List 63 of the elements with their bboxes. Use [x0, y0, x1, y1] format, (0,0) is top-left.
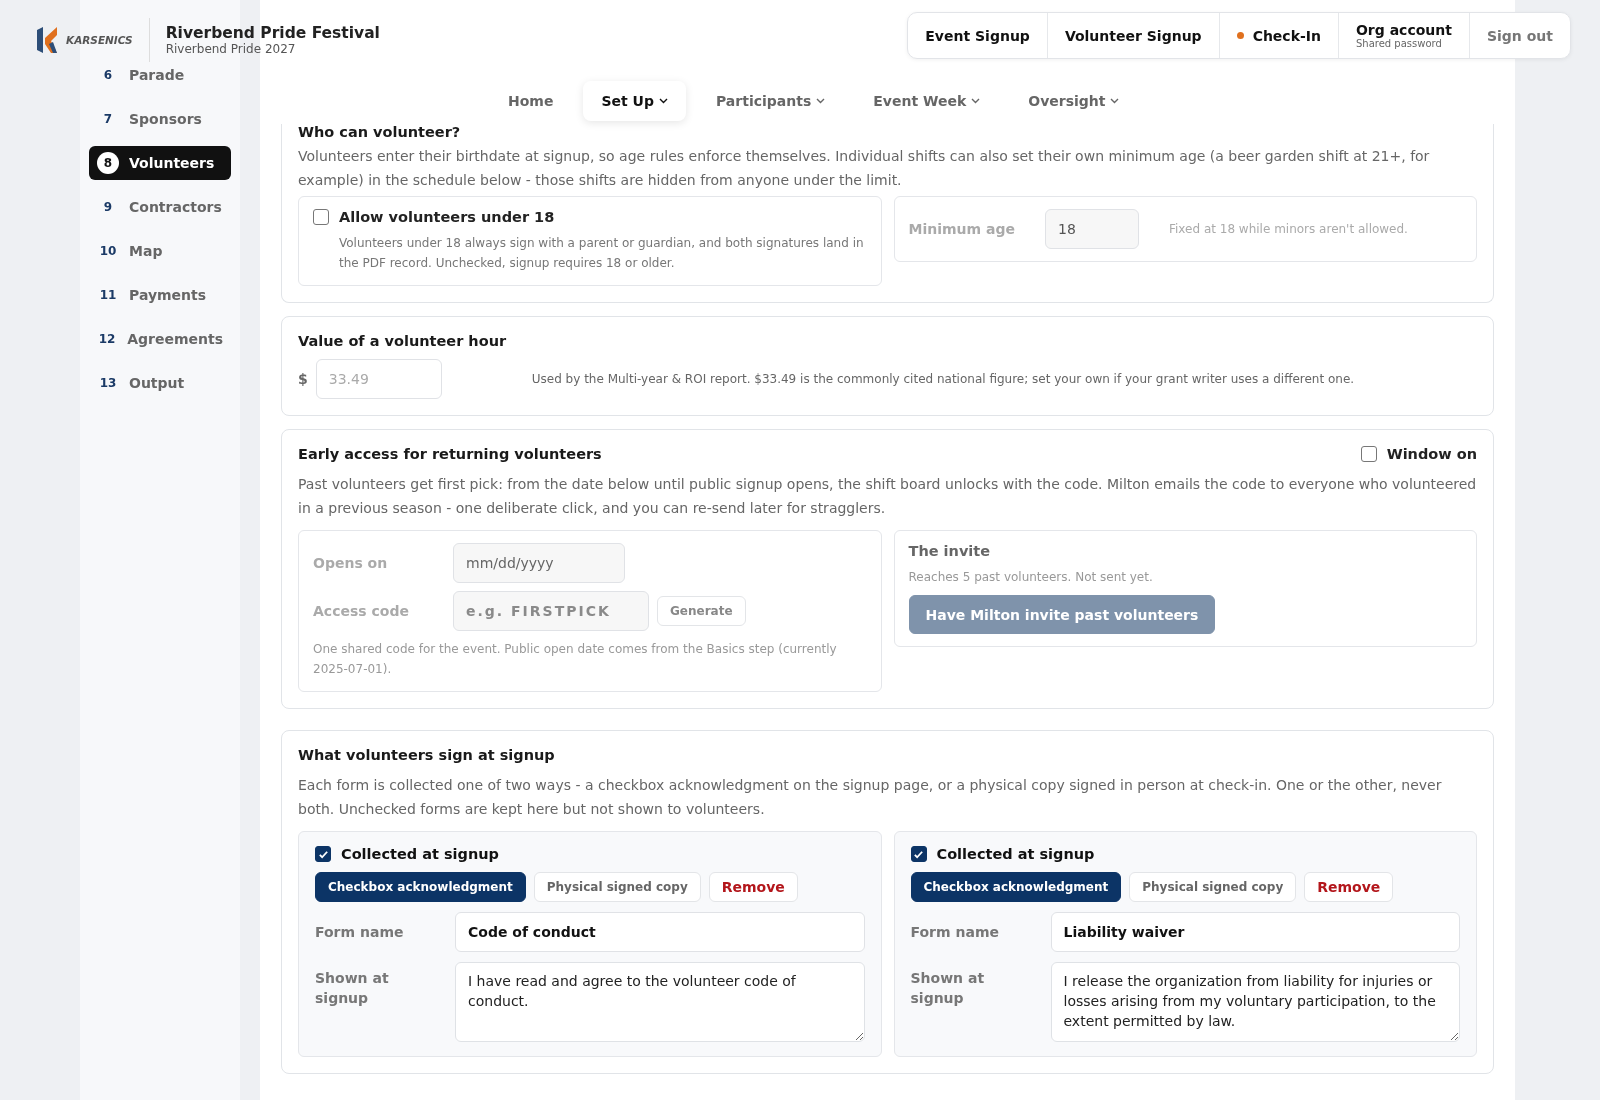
remove-button[interactable]: Remove [1304, 872, 1394, 902]
field-label: Form name [315, 924, 405, 940]
panel-title: The invite [908, 543, 992, 559]
form-name-field[interactable]: Code of conduct [455, 912, 865, 952]
checkmark-icon [317, 848, 329, 860]
section-description: Past volunteers get first pick: from the date below until public signup opens, the shift board unlocks with the code. Milton emails the code to everyone who volunteered in a previous season - one deliberate click, and you can re-send later for stragglers. [298, 475, 1477, 518]
header-link[interactable]: Check-In [1218, 13, 1338, 58]
section-description: Volunteers enter their birthdate at signup, so age rules enforce themselves. Individual shifts can also set their own minimum age (a beer garden shift at 21+, for example) in the schedule below - those shifts are hidden from anyone under the limit. [298, 147, 1431, 190]
sidebar-item[interactable]: 7 Sponsors [89, 102, 231, 136]
header-link[interactable]: Event Signup [908, 13, 1047, 58]
section-title: What volunteers sign at signup [298, 747, 556, 763]
nav-tab[interactable]: Participants [697, 81, 844, 121]
sidebar-item[interactable]: 12 Agreements [89, 322, 231, 356]
nav-tab[interactable]: Home [490, 81, 572, 121]
remove-button[interactable]: Remove [708, 872, 798, 902]
invite-status: Reaches 5 past volunteers. Not sent yet. [908, 569, 1154, 586]
field-label: Access code [313, 603, 410, 619]
checkbox[interactable] [1360, 446, 1377, 462]
mode-toggle[interactable]: Checkbox acknowledgment [910, 872, 1122, 902]
form-name-field[interactable]: Liability waiver [1050, 912, 1460, 952]
checkbox[interactable] [315, 846, 331, 862]
nav-tab[interactable]: Event Week [855, 81, 999, 121]
mode-toggle[interactable]: Checkbox acknowledgment [315, 872, 526, 902]
mode-toggle[interactable]: Physical signed copy [1129, 872, 1297, 902]
mode-toggle[interactable]: Physical signed copy [533, 872, 701, 902]
section-title: Early access for returning volunteers [298, 446, 602, 462]
sidebar-item[interactable]: 9 Contractors [89, 190, 231, 224]
section-title: Who can volunteer? [298, 124, 462, 140]
header-link[interactable]: Volunteer Signup [1046, 13, 1219, 58]
event-title: Riverbend Pride Festival [165, 24, 380, 42]
field-note: One shared code for the event. Public open date comes from the Basics step (currently 2025-07-01). [313, 641, 838, 678]
signup-text-field[interactable]: I have read and agree to the volunteer code of conduct. [455, 962, 865, 1042]
logo[interactable]: KARSENICS [36, 18, 150, 62]
nav-tab[interactable]: Set Up [583, 81, 686, 121]
hour-value-field[interactable]: 33.49 [315, 359, 442, 399]
help-text: Volunteers under 18 always sign with a parent or guardian, and both signatures land in the PDF record. Unchecked, signup requires 18 or older. [338, 235, 865, 272]
field-label: Shown at signup [315, 969, 390, 1008]
checkbox-label: Window on [1386, 446, 1477, 462]
checkbox-label: Collected at signup [341, 846, 499, 862]
checkbox[interactable] [313, 209, 329, 225]
checkbox-label: Collected at signup [936, 846, 1095, 862]
event-subtitle: Riverbend Pride 2027 [165, 42, 297, 56]
header-link[interactable]: Org account Shared password [1337, 13, 1469, 58]
nav-tab[interactable]: Oversight [1010, 81, 1138, 121]
sidebar-item[interactable]: 13 Output [89, 366, 231, 400]
checkbox[interactable] [910, 846, 927, 862]
field-label: Shown at signup [910, 969, 986, 1008]
sidebar-item[interactable]: 8 Volunteers [89, 146, 231, 180]
field-note: Fixed at 18 while minors aren't allowed. [1169, 221, 1408, 238]
header-link[interactable]: Sign out [1468, 13, 1570, 58]
checkmark-icon [913, 848, 924, 860]
section-description: Each form is collected one of two ways - a checkbox acknowledgment on the signup page, or a physical copy signed in person at check-in. One or the other, never both. Unchecked forms are kept here but not shown to volunteers. [298, 776, 1443, 819]
checkbox-label: Allow volunteers under 18 [339, 209, 555, 225]
field-label: Minimum age [908, 221, 1015, 237]
sidebar-item[interactable]: 10 Map [89, 234, 231, 268]
section-title: Value of a volunteer hour [298, 333, 508, 349]
currency-symbol: $ [298, 371, 308, 387]
field-label: Form name [910, 924, 1000, 940]
sidebar-item[interactable]: 11 Payments [89, 278, 231, 312]
signup-text-field[interactable]: I release the organization from liability for injuries or losses arising from my voluntary participation, to the extent permitted by law. [1050, 962, 1460, 1042]
field-note: Used by the Multi-year & ROI report. $33.49 is the commonly cited national figure; set your own if your grant writer uses a different one. [531, 371, 1355, 388]
field-label: Opens on [313, 555, 389, 571]
logo-text: KARSENICS [66, 34, 133, 46]
